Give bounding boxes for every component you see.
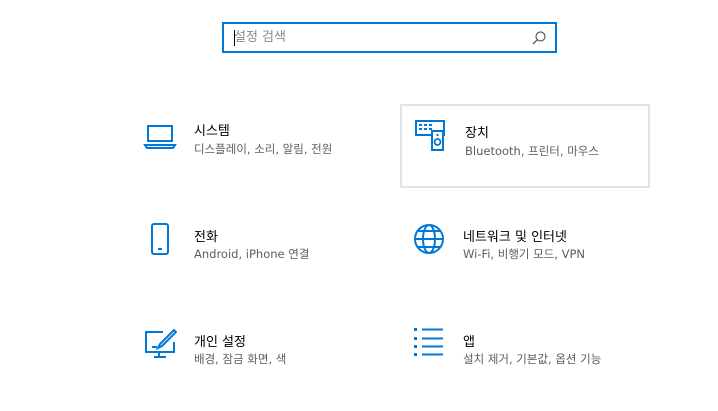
- tile-description: Bluetooth, 프린터, 마우스: [465, 144, 599, 158]
- tile-apps[interactable]: 앱 설치 제거, 기본값, 옵션 기능: [400, 315, 650, 399]
- settings-search-box[interactable]: [222, 22, 557, 53]
- tile-description: Android, iPhone 연결: [194, 247, 310, 261]
- search-icon[interactable]: [531, 30, 547, 46]
- tile-network-internet[interactable]: 네트워크 및 인터넷 Wi-Fi, 비행기 모드, VPN: [400, 210, 650, 294]
- tile-title: 시스템: [194, 124, 230, 139]
- tile-description: 배경, 잠금 화면, 색: [194, 352, 287, 366]
- tile-description: 디스플레이, 소리, 알림, 전원: [194, 142, 333, 156]
- tile-title: 전화: [194, 230, 218, 245]
- search-input[interactable]: [234, 24, 524, 51]
- apps-list-icon: [414, 328, 443, 356]
- tile-devices[interactable]: 장치 Bluetooth, 프린터, 마우스: [400, 104, 650, 188]
- text-caret: [234, 30, 235, 46]
- globe-icon: [414, 224, 444, 254]
- phone-icon: [151, 223, 169, 255]
- tile-title: 네트워크 및 인터넷: [463, 230, 567, 245]
- tile-title: 앱: [463, 335, 475, 350]
- tile-phone[interactable]: 전화 Android, iPhone 연결: [132, 210, 382, 294]
- laptop-icon: [143, 125, 177, 149]
- tile-personalization[interactable]: 개인 설정 배경, 잠금 화면, 색: [132, 315, 382, 399]
- tile-title: 개인 설정: [194, 335, 246, 350]
- tile-title: 장치: [465, 126, 489, 141]
- tile-system[interactable]: 시스템 디스플레이, 소리, 알림, 전원: [132, 104, 382, 188]
- tile-description: 설치 제거, 기본값, 옵션 기능: [463, 352, 602, 366]
- devices-icon: [415, 120, 445, 151]
- tile-description: Wi-Fi, 비행기 모드, VPN: [463, 247, 586, 261]
- personalization-icon: [145, 328, 177, 358]
